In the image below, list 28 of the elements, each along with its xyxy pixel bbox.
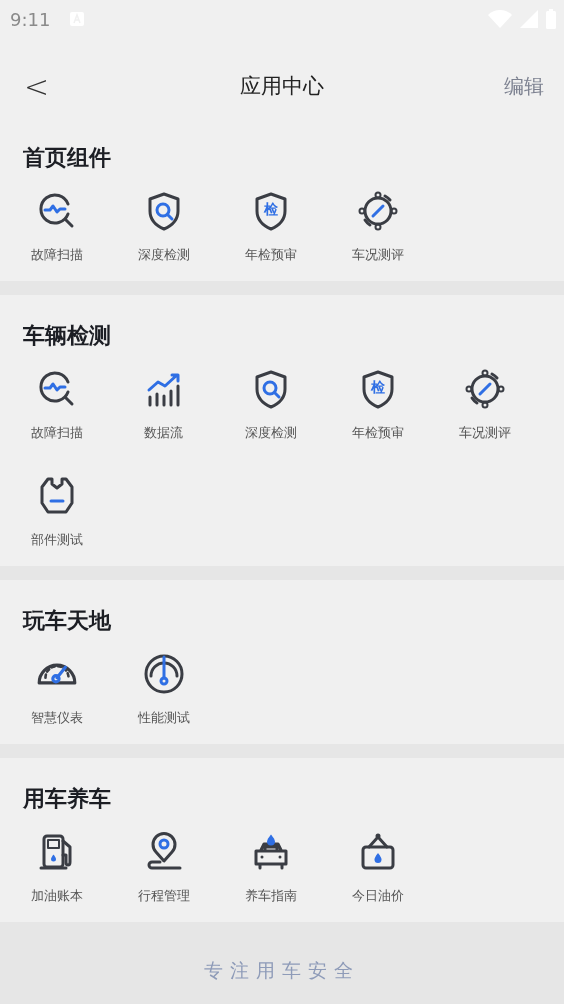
page-title: 应用中心 <box>240 73 324 100</box>
app-shortcut[interactable]: 智慧仪表 <box>3 652 110 727</box>
edit-button[interactable]: 编辑 <box>504 73 544 100</box>
section-title: 用车养车 <box>22 785 112 813</box>
section-title: 车辆检测 <box>22 322 112 350</box>
badge-text: 检 <box>262 200 279 218</box>
app-shortcut[interactable]: 部件测试 <box>3 474 110 549</box>
app-shortcut[interactable]: 车况测评 <box>431 367 538 442</box>
status-time: 9:11 <box>10 8 51 30</box>
app-shortcut[interactable]: 车况测评 <box>324 189 431 264</box>
back-button[interactable]: < <box>16 71 58 102</box>
app-shortcut[interactable]: 故障扫描 <box>3 189 110 264</box>
app-shortcut[interactable]: 加油账本 <box>3 830 110 905</box>
app-shortcut[interactable]: 数据流 <box>110 367 217 442</box>
app-shortcut[interactable]: 养车指南 <box>217 830 324 905</box>
app-shortcut[interactable]: 性能测试 <box>110 652 217 727</box>
app-shortcut[interactable]: 故障扫描 <box>3 367 110 442</box>
speedometer-icon <box>36 663 77 685</box>
app-shortcut[interactable]: 今日油价 <box>324 830 431 905</box>
app-shortcut[interactable]: 行程管理 <box>110 830 217 905</box>
app-shortcut[interactable]: 深度检测 <box>217 367 324 442</box>
app-shortcut[interactable]: 检 年检预审 <box>217 189 324 264</box>
app-shortcut[interactable]: 检 年检预审 <box>324 367 431 442</box>
badge-text: 检 <box>369 378 386 396</box>
section-title: 玩车天地 <box>21 607 112 635</box>
section-title: 首页组件 <box>22 144 112 172</box>
app-shortcut[interactable]: 深度检测 <box>110 189 217 264</box>
footer-slogan: 专注用车安全 <box>204 958 360 983</box>
